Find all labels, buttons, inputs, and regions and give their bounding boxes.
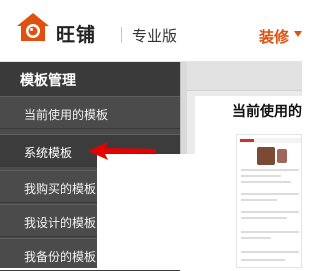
brand-divider	[121, 27, 122, 43]
sidebar-title-label: 模板管理	[20, 73, 76, 89]
sidebar-item-label: 我备份的模板	[24, 250, 97, 264]
thumbnail-line	[241, 251, 299, 253]
top-header: 旺铺 专业版 装修	[0, 0, 302, 62]
main-toolbar	[187, 62, 302, 91]
thumbnail-line	[241, 259, 285, 261]
thumbnail-line	[241, 181, 291, 183]
thumbnail-image	[257, 147, 275, 165]
thumbnail-line	[241, 193, 299, 195]
chevron-down-icon[interactable]	[294, 31, 302, 37]
sidebar-item-label: 系统模板	[24, 146, 73, 160]
decor-menu-button[interactable]: 装修	[259, 26, 289, 47]
thumbnail-line	[241, 217, 287, 219]
brand-name: 旺铺	[56, 24, 97, 46]
thumbnail-line	[241, 199, 277, 201]
template-thumbnail[interactable]	[236, 134, 302, 268]
red-arrow-icon	[88, 142, 156, 160]
blank-overlay	[97, 154, 236, 268]
logo-house-icon	[17, 13, 49, 41]
edition-label: 专业版	[132, 27, 178, 45]
panel-title: 当前使用的	[232, 104, 302, 120]
thumbnail-line	[241, 169, 299, 171]
sidebar-item-label: 我设计的模板	[24, 216, 97, 230]
sidebar-item-label: 当前使用的模板	[24, 108, 109, 122]
sidebar-title: 模板管理	[0, 62, 180, 97]
thumbnail-image	[277, 149, 287, 163]
thumbnail-line	[241, 175, 281, 177]
sidebar-item-current-template[interactable]: 当前使用的模板	[0, 96, 180, 129]
thumbnail-logo	[240, 139, 254, 142]
thumbnail-line	[241, 231, 299, 233]
sidebar-item-label: 我购买的模板	[24, 182, 97, 196]
thumbnail-line	[241, 211, 299, 213]
thumbnail-line	[241, 237, 271, 239]
